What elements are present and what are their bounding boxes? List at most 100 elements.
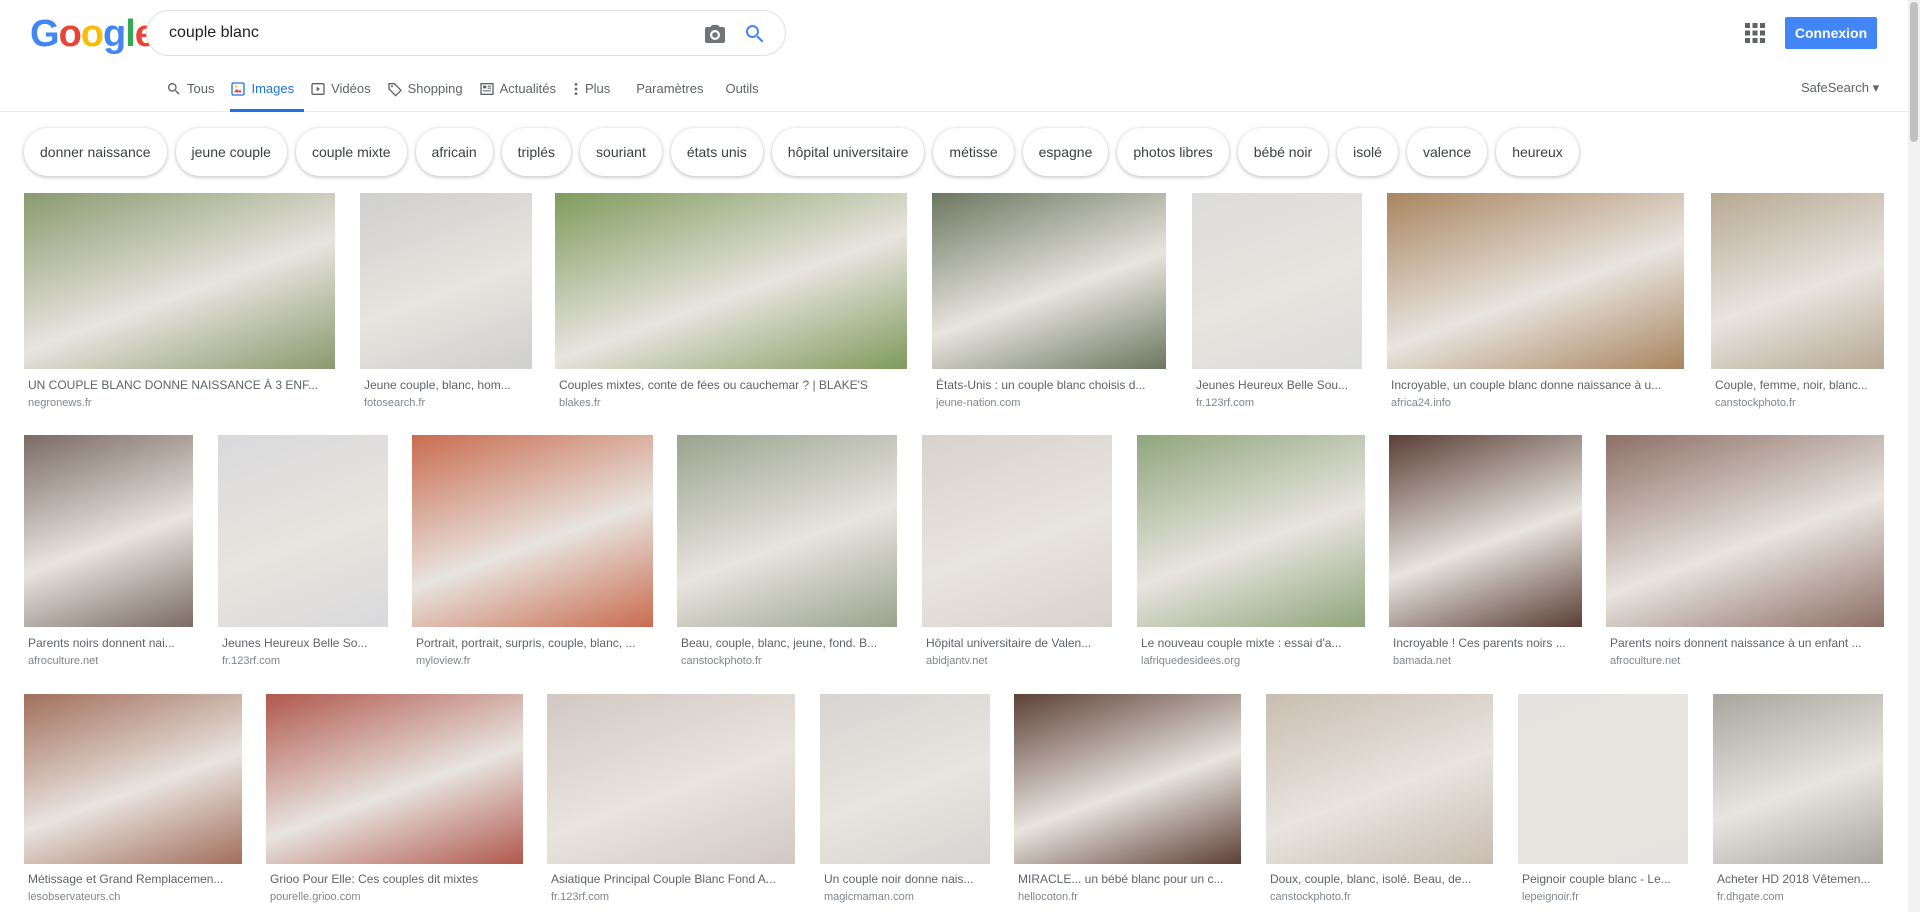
result-thumbnail[interactable]: [1014, 694, 1241, 864]
result-thumbnail[interactable]: [1713, 694, 1883, 864]
result-source[interactable]: fr.123rf.com: [551, 891, 791, 903]
result-source[interactable]: africa24.info: [1391, 397, 1680, 409]
chip[interactable]: espagne: [1022, 128, 1109, 176]
image-result[interactable]: UN COUPLE BLANC DONNE NAISSANCE À 3 ENF.…: [24, 193, 335, 413]
apps-grid-icon[interactable]: [1744, 22, 1766, 44]
result-source[interactable]: lepeignoir.fr: [1522, 891, 1684, 903]
result-title[interactable]: Incroyable, un couple blanc donne naissa…: [1391, 378, 1680, 392]
result-title[interactable]: Jeune couple, blanc, hom...: [364, 378, 528, 392]
result-source[interactable]: fotosearch.fr: [364, 397, 528, 409]
result-thumbnail[interactable]: [555, 193, 907, 369]
chip[interactable]: isolé: [1337, 128, 1398, 176]
tab-outils[interactable]: Outils: [725, 72, 768, 112]
image-result[interactable]: Acheter HD 2018 Vêtemen... fr.dhgate.com: [1713, 694, 1883, 907]
result-source[interactable]: jeune-nation.com: [936, 397, 1162, 409]
image-result[interactable]: Parents noirs donnent naissance à un enf…: [1606, 435, 1884, 671]
tab-videos[interactable]: Vidéos: [310, 72, 381, 112]
result-title[interactable]: Parents noirs donnent nai...: [28, 636, 189, 650]
result-source[interactable]: fr.123rf.com: [222, 655, 384, 667]
google-logo[interactable]: Google: [30, 14, 156, 54]
chip[interactable]: métisse: [933, 128, 1014, 176]
chip[interactable]: donner naissance: [24, 128, 167, 176]
result-source[interactable]: magicmaman.com: [824, 891, 986, 903]
result-title[interactable]: Portrait, portrait, surpris, couple, bla…: [416, 636, 649, 650]
chip[interactable]: états unis: [670, 128, 763, 176]
tab-actualites[interactable]: Actualités: [479, 72, 566, 112]
safesearch-dropdown[interactable]: SafeSearch ▾: [1801, 80, 1879, 96]
result-thumbnail[interactable]: [360, 193, 532, 369]
result-source[interactable]: fr.dhgate.com: [1717, 891, 1879, 903]
search-input[interactable]: [167, 17, 667, 49]
image-result[interactable]: Le nouveau couple mixte : essai d'a... la…: [1137, 435, 1365, 671]
result-thumbnail[interactable]: [932, 193, 1166, 369]
tab-parametres[interactable]: Paramètres: [636, 72, 713, 112]
result-thumbnail[interactable]: [1606, 435, 1884, 627]
result-title[interactable]: MIRACLE... un bébé blanc pour un c...: [1018, 872, 1237, 886]
result-thumbnail[interactable]: [1711, 193, 1884, 369]
result-source[interactable]: blakes.fr: [559, 397, 903, 409]
result-title[interactable]: Peignoir couple blanc - Le...: [1522, 872, 1684, 886]
result-title[interactable]: Doux, couple, blanc, isolé. Beau, de...: [1270, 872, 1489, 886]
image-result[interactable]: Doux, couple, blanc, isolé. Beau, de... c…: [1266, 694, 1493, 907]
result-thumbnail[interactable]: [922, 435, 1112, 627]
result-thumbnail[interactable]: [412, 435, 653, 627]
result-thumbnail[interactable]: [677, 435, 897, 627]
tab-shopping[interactable]: Shopping: [387, 72, 473, 112]
result-source[interactable]: canstockphoto.fr: [1270, 891, 1489, 903]
image-result[interactable]: Couple, femme, noir, blanc... canstockpho…: [1711, 193, 1884, 413]
image-result[interactable]: Peignoir couple blanc - Le... lepeignoir.…: [1518, 694, 1688, 907]
result-thumbnail[interactable]: [218, 435, 388, 627]
scrollbar[interactable]: [1908, 0, 1920, 912]
result-thumbnail[interactable]: [24, 694, 242, 864]
result-source[interactable]: afroculture.net: [28, 655, 189, 667]
result-thumbnail[interactable]: [820, 694, 990, 864]
result-title[interactable]: Jeunes Heureux Belle Sou...: [1196, 378, 1358, 392]
tab-tous[interactable]: Tous: [166, 72, 224, 112]
result-title[interactable]: Couples mixtes, conte de fées ou cauchem…: [559, 378, 903, 392]
result-thumbnail[interactable]: [24, 193, 335, 369]
result-title[interactable]: Jeunes Heureux Belle So...: [222, 636, 384, 650]
result-thumbnail[interactable]: [1389, 435, 1582, 627]
result-thumbnail[interactable]: [547, 694, 795, 864]
chip[interactable]: valence: [1406, 128, 1488, 176]
result-source[interactable]: pourelle.grioo.com: [270, 891, 519, 903]
result-thumbnail[interactable]: [1518, 694, 1688, 864]
result-source[interactable]: bamada.net: [1393, 655, 1578, 667]
image-result[interactable]: Incroyable ! Ces parents noirs ... bamada…: [1389, 435, 1582, 671]
image-result[interactable]: Portrait, portrait, surpris, couple, bla…: [412, 435, 653, 671]
image-result[interactable]: Asiatique Principal Couple Blanc Fond A.…: [547, 694, 795, 907]
result-source[interactable]: abidjantv.net: [926, 655, 1108, 667]
result-title[interactable]: Hôpital universitaire de Valen...: [926, 636, 1108, 650]
result-thumbnail[interactable]: [1266, 694, 1493, 864]
chip[interactable]: africain: [415, 128, 493, 176]
image-result[interactable]: Hôpital universitaire de Valen... abidjan…: [922, 435, 1112, 671]
result-thumbnail[interactable]: [1137, 435, 1365, 627]
image-result[interactable]: Jeunes Heureux Belle So... fr.123rf.com: [218, 435, 388, 671]
chip[interactable]: hôpital universitaire: [771, 128, 925, 176]
result-title[interactable]: UN COUPLE BLANC DONNE NAISSANCE À 3 ENF.…: [28, 378, 331, 392]
chip[interactable]: triplés: [501, 128, 572, 176]
image-result[interactable]: Beau, couple, blanc, jeune, fond. B... ca…: [677, 435, 897, 671]
result-thumbnail[interactable]: [1387, 193, 1684, 369]
result-source[interactable]: hellocoton.fr: [1018, 891, 1237, 903]
image-result[interactable]: Jeune couple, blanc, hom... fotosearch.fr: [360, 193, 532, 413]
result-title[interactable]: Un couple noir donne nais...: [824, 872, 986, 886]
result-title[interactable]: Parents noirs donnent naissance à un enf…: [1610, 636, 1880, 650]
result-title[interactable]: Beau, couple, blanc, jeune, fond. B...: [681, 636, 893, 650]
result-title[interactable]: Incroyable ! Ces parents noirs ...: [1393, 636, 1578, 650]
chip[interactable]: jeune couple: [175, 128, 287, 176]
result-source[interactable]: afroculture.net: [1610, 655, 1880, 667]
result-source[interactable]: lafriquedesidees.org: [1141, 655, 1361, 667]
result-title[interactable]: Métissage et Grand Remplacemen...: [28, 872, 238, 886]
image-result[interactable]: Parents noirs donnent nai... afroculture.…: [24, 435, 193, 671]
result-source[interactable]: fr.123rf.com: [1196, 397, 1358, 409]
result-source[interactable]: negronews.fr: [28, 397, 331, 409]
result-source[interactable]: canstockphoto.fr: [1715, 397, 1880, 409]
image-result[interactable]: Un couple noir donne nais... magicmaman.c…: [820, 694, 990, 907]
chip[interactable]: heureux: [1496, 128, 1579, 176]
image-result[interactable]: Couples mixtes, conte de fées ou cauchem…: [555, 193, 907, 413]
tab-images[interactable]: Images: [230, 72, 304, 112]
search-icon[interactable]: [743, 22, 767, 46]
result-thumbnail[interactable]: [266, 694, 523, 864]
result-title[interactable]: Grioo Pour Elle: Ces couples dit mixtes: [270, 872, 519, 886]
